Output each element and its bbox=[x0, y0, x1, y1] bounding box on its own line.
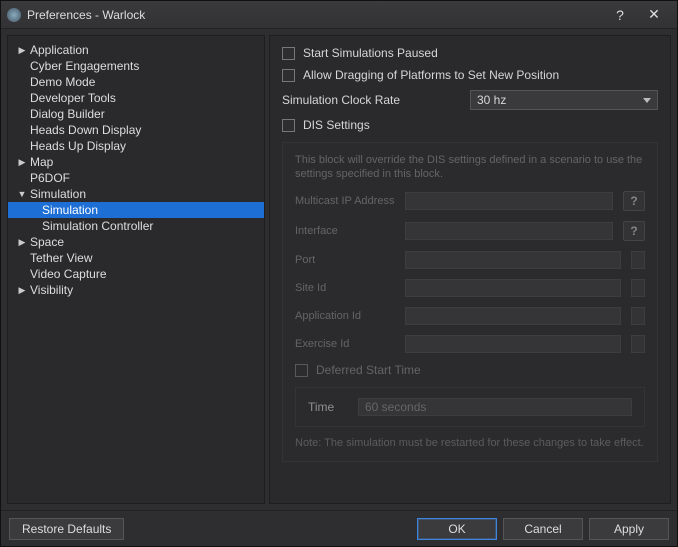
interface-input[interactable] bbox=[405, 222, 613, 240]
app-stepper[interactable] bbox=[631, 307, 645, 325]
deferred-row: Deferred Start Time bbox=[295, 363, 645, 377]
clock-rate-label: Simulation Clock Rate bbox=[282, 93, 462, 107]
tree-item-map[interactable]: ▶Map bbox=[8, 154, 264, 170]
tree-label: Tether View bbox=[30, 250, 92, 266]
time-input[interactable]: 60 seconds bbox=[358, 398, 632, 416]
dis-settings-label: DIS Settings bbox=[303, 118, 370, 132]
dis-settings-checkbox[interactable] bbox=[282, 119, 295, 132]
tree-label: Simulation Controller bbox=[42, 218, 153, 234]
category-tree[interactable]: ▶Application Cyber Engagements Demo Mode… bbox=[7, 35, 265, 504]
ok-button[interactable]: OK bbox=[417, 518, 497, 540]
allow-drag-label: Allow Dragging of Platforms to Set New P… bbox=[303, 68, 559, 82]
tree-label: Simulation bbox=[42, 202, 98, 218]
site-label: Site Id bbox=[295, 282, 395, 294]
deferred-label: Deferred Start Time bbox=[316, 363, 421, 377]
site-stepper[interactable] bbox=[631, 279, 645, 297]
app-input[interactable] bbox=[405, 307, 621, 325]
tree-item-cyber[interactable]: Cyber Engagements bbox=[8, 58, 264, 74]
deferred-checkbox[interactable] bbox=[295, 364, 308, 377]
tree-label: Cyber Engagements bbox=[30, 58, 139, 74]
chevron-right-icon: ▶ bbox=[16, 282, 28, 298]
exercise-row: Exercise Id bbox=[295, 335, 645, 353]
dis-settings-group: This block will override the DIS setting… bbox=[282, 142, 658, 462]
tree-item-devtools[interactable]: Developer Tools bbox=[8, 90, 264, 106]
app-icon bbox=[7, 8, 21, 22]
dis-settings-row: DIS Settings bbox=[282, 118, 658, 132]
chevron-down-icon: ▼ bbox=[16, 186, 28, 202]
tree-item-video[interactable]: Video Capture bbox=[8, 266, 264, 282]
app-row: Application Id bbox=[295, 307, 645, 325]
window-title: Preferences - Warlock bbox=[27, 8, 603, 22]
tree-label: Dialog Builder bbox=[30, 106, 105, 122]
port-label: Port bbox=[295, 254, 395, 266]
multicast-help-icon[interactable]: ? bbox=[623, 191, 645, 211]
tree-item-demo[interactable]: Demo Mode bbox=[8, 74, 264, 90]
time-value: 60 seconds bbox=[365, 400, 426, 414]
interface-row: Interface ? bbox=[295, 221, 645, 241]
apply-button[interactable]: Apply bbox=[589, 518, 669, 540]
port-input[interactable] bbox=[405, 251, 621, 269]
tree-label: Application bbox=[30, 42, 89, 58]
exercise-label: Exercise Id bbox=[295, 338, 395, 350]
tree-item-simulation-child[interactable]: Simulation bbox=[8, 202, 264, 218]
tree-label: P6DOF bbox=[30, 170, 70, 186]
app-label: Application Id bbox=[295, 310, 395, 322]
clock-rate-select[interactable]: 30 hz bbox=[470, 90, 658, 110]
site-row: Site Id bbox=[295, 279, 645, 297]
tree-label: Visibility bbox=[30, 282, 73, 298]
tree-item-p6dof[interactable]: P6DOF bbox=[8, 170, 264, 186]
time-label: Time bbox=[308, 400, 348, 414]
port-stepper[interactable] bbox=[631, 251, 645, 269]
dialog-body: ▶Application Cyber Engagements Demo Mode… bbox=[1, 29, 677, 510]
allow-drag-checkbox[interactable] bbox=[282, 69, 295, 82]
time-subgroup: Time 60 seconds bbox=[295, 387, 645, 427]
tree-label: Video Capture bbox=[30, 266, 107, 282]
settings-panel: Start Simulations Paused Allow Dragging … bbox=[269, 35, 671, 504]
preferences-window: Preferences - Warlock ? ✕ ▶Application C… bbox=[0, 0, 678, 547]
start-paused-row: Start Simulations Paused bbox=[282, 46, 658, 60]
help-button[interactable]: ? bbox=[603, 4, 637, 26]
tree-item-space[interactable]: ▶Space bbox=[8, 234, 264, 250]
exercise-input[interactable] bbox=[405, 335, 621, 353]
tree-item-simcontroller[interactable]: Simulation Controller bbox=[8, 218, 264, 234]
tree-label: Heads Up Display bbox=[30, 138, 126, 154]
multicast-row: Multicast IP Address ? bbox=[295, 191, 645, 211]
tree-item-application[interactable]: ▶Application bbox=[8, 42, 264, 58]
dis-hint: This block will override the DIS setting… bbox=[295, 153, 645, 181]
tree-item-hud[interactable]: Heads Up Display bbox=[8, 138, 264, 154]
titlebar: Preferences - Warlock ? ✕ bbox=[1, 1, 677, 29]
dialog-footer: Restore Defaults OK Cancel Apply bbox=[1, 510, 677, 546]
tree-item-hdd[interactable]: Heads Down Display bbox=[8, 122, 264, 138]
tree-label: Map bbox=[30, 154, 53, 170]
tree-label: Heads Down Display bbox=[30, 122, 141, 138]
clock-rate-value: 30 hz bbox=[477, 93, 506, 107]
tree-item-visibility[interactable]: ▶Visibility bbox=[8, 282, 264, 298]
tree-label: Space bbox=[30, 234, 64, 250]
start-paused-label: Start Simulations Paused bbox=[303, 46, 438, 60]
restart-note: Note: The simulation must be restarted f… bbox=[295, 437, 645, 449]
interface-label: Interface bbox=[295, 225, 395, 237]
close-button[interactable]: ✕ bbox=[637, 4, 671, 26]
clock-rate-row: Simulation Clock Rate 30 hz bbox=[282, 90, 658, 110]
tree-item-tether[interactable]: Tether View bbox=[8, 250, 264, 266]
chevron-right-icon: ▶ bbox=[16, 234, 28, 250]
tree-label: Simulation bbox=[30, 186, 86, 202]
start-paused-checkbox[interactable] bbox=[282, 47, 295, 60]
site-input[interactable] bbox=[405, 279, 621, 297]
exercise-stepper[interactable] bbox=[631, 335, 645, 353]
tree-item-dialog[interactable]: Dialog Builder bbox=[8, 106, 264, 122]
interface-help-icon[interactable]: ? bbox=[623, 221, 645, 241]
allow-drag-row: Allow Dragging of Platforms to Set New P… bbox=[282, 68, 658, 82]
tree-item-simulation[interactable]: ▼Simulation bbox=[8, 186, 264, 202]
port-row: Port bbox=[295, 251, 645, 269]
restore-defaults-button[interactable]: Restore Defaults bbox=[9, 518, 124, 540]
multicast-label: Multicast IP Address bbox=[295, 195, 395, 207]
tree-label: Demo Mode bbox=[30, 74, 95, 90]
tree-label: Developer Tools bbox=[30, 90, 116, 106]
cancel-button[interactable]: Cancel bbox=[503, 518, 583, 540]
multicast-input[interactable] bbox=[405, 192, 613, 210]
chevron-right-icon: ▶ bbox=[16, 42, 28, 58]
chevron-right-icon: ▶ bbox=[16, 154, 28, 170]
